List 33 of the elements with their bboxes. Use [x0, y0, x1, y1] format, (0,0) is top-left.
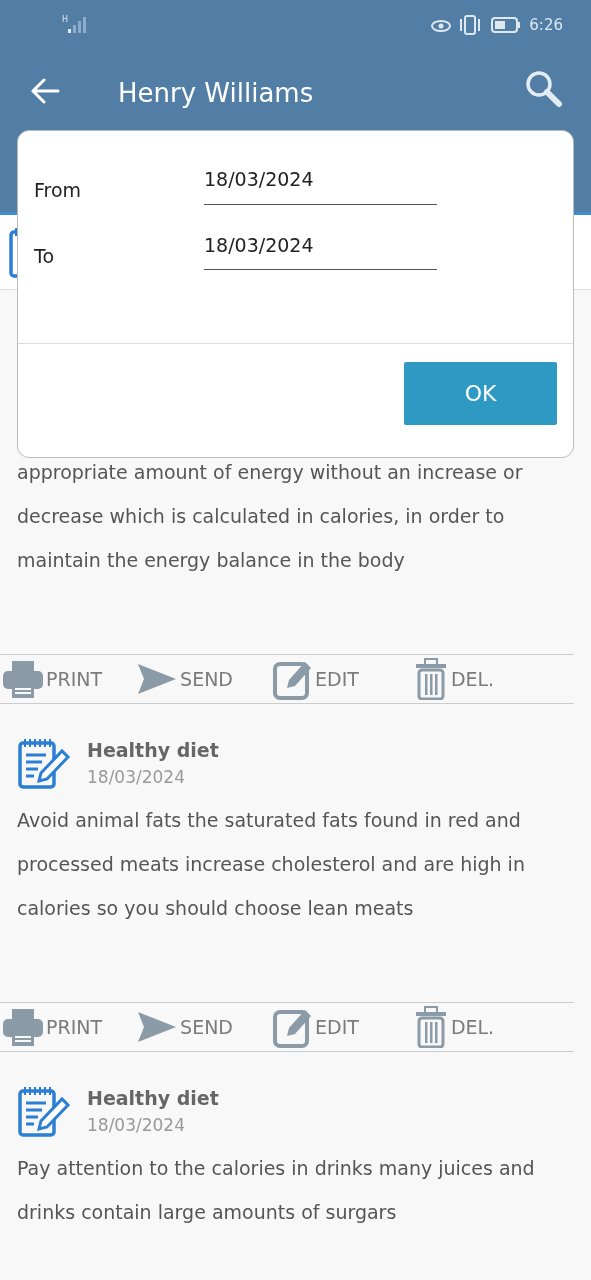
send-button[interactable]: SEND [136, 1010, 233, 1044]
ok-button[interactable]: OK [404, 362, 557, 425]
delete-button[interactable]: DEL. [412, 658, 495, 700]
note-title: Healthy diet [87, 738, 219, 763]
note-text: Avoid animal fats the saturated fats found in red and processed meats increase cholesterol and are high in calories so you should choose lean meats [16, 808, 526, 921]
screen-title: Henry Williams [118, 77, 315, 110]
printer-icon [2, 659, 44, 699]
field-label: To [34, 243, 55, 269]
network-type-label: H [62, 14, 68, 26]
printer-icon [2, 1007, 44, 1047]
note-date: 18/03/2024 [87, 1113, 186, 1137]
print-button[interactable]: PRINT [2, 1007, 103, 1047]
date-input[interactable]: 18/03/2024 [204, 161, 437, 205]
back-button[interactable] [30, 78, 60, 104]
note-date: 18/03/2024 [87, 765, 186, 789]
print-button[interactable]: PRINT [2, 659, 103, 699]
edit-button[interactable]: EDIT [273, 1006, 359, 1048]
vibrate-icon [459, 15, 482, 35]
delete-button[interactable]: DEL. [412, 1006, 495, 1048]
field-label: From [34, 178, 83, 203]
battery-icon [491, 17, 522, 33]
note-text: Pay attention to the calories in drinks many juices and drinks contain large amounts of surgars [16, 1156, 536, 1225]
edit-button[interactable]: EDIT [273, 658, 359, 700]
search-icon [525, 70, 563, 108]
search-button[interactable] [525, 70, 563, 108]
send-button[interactable]: SEND [136, 662, 233, 696]
note-title: Healthy diet [87, 1086, 219, 1111]
signal-icon [68, 17, 88, 33]
eye-icon [431, 18, 452, 32]
date-input[interactable]: 18/03/2024 [204, 226, 437, 270]
back-arrow-icon [30, 78, 60, 104]
note-text: appropriate amount of energy without an increase or decrease which is calculated in calories, in order to maintain the energy balance in the body [16, 460, 524, 573]
clock-time: 6:26 [529, 14, 563, 36]
